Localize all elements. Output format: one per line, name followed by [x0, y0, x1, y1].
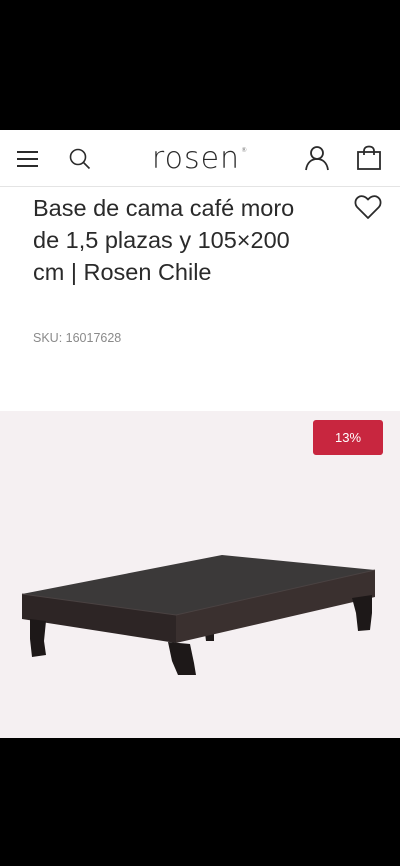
menu-icon — [17, 151, 38, 167]
shopping-bag-icon — [357, 145, 381, 170]
product-page: rosen ® Base de cama café moro de 1,5 pla… — [0, 130, 400, 738]
user-icon — [305, 146, 329, 171]
logo-text: rosen — [151, 140, 241, 176]
product-image[interactable] — [0, 535, 400, 675]
search-button[interactable] — [64, 144, 96, 174]
registered-mark: ® — [241, 146, 249, 154]
heart-icon — [354, 195, 382, 219]
wishlist-button[interactable] — [352, 192, 384, 222]
rosen-logo[interactable]: rosen ® — [146, 138, 254, 178]
product-title: Base de cama café moro de 1,5 plazas y 1… — [33, 195, 295, 285]
menu-button[interactable] — [12, 144, 44, 174]
discount-badge: 13% — [313, 420, 383, 455]
product-sku: SKU: 16017628 — [33, 331, 122, 345]
search-icon — [69, 148, 91, 170]
site-header: rosen ® — [0, 130, 400, 187]
account-button[interactable] — [300, 142, 334, 174]
cart-button[interactable] — [352, 142, 386, 174]
